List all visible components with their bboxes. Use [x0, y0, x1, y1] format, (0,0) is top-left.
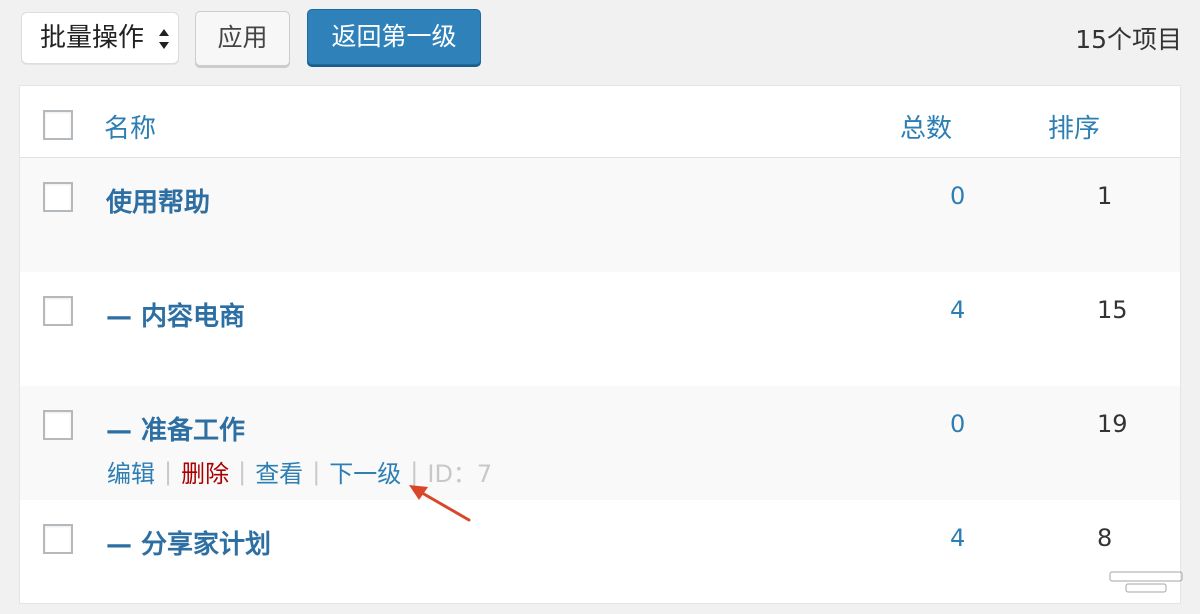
annotation-arrow-icon — [409, 485, 471, 522]
row-checkbox[interactable] — [43, 182, 73, 212]
view-link[interactable]: 查看 — [255, 460, 303, 488]
category-order: 15 — [1097, 296, 1128, 324]
category-name-link[interactable]: — 准备工作 — [106, 410, 245, 447]
table-row: — 分享家计划 4 8 — [20, 500, 1180, 614]
category-name-link[interactable]: — 分享家计划 — [106, 524, 271, 561]
column-header-name[interactable]: 名称 — [104, 108, 156, 145]
category-order: 8 — [1097, 524, 1113, 552]
category-order: 19 — [1097, 410, 1128, 438]
select-arrows-icon — [159, 29, 169, 49]
column-header-order[interactable]: 排序 — [1048, 108, 1100, 145]
category-order: 1 — [1097, 182, 1113, 210]
table-row: 使用帮助 0 1 — [20, 158, 1180, 272]
back-to-first-level-button[interactable]: 返回第一级 — [307, 9, 481, 65]
action-separator: | — [238, 457, 247, 486]
table-row: — 准备工作 0 19 编辑 | 删除 | 查看 | 下一级 | ID：7 — [20, 386, 1180, 500]
category-count-link[interactable]: 0 — [950, 182, 965, 210]
table-row: — 内容电商 4 15 — [20, 272, 1180, 386]
select-all-checkbox[interactable] — [43, 110, 73, 140]
watermark-logo-icon — [1109, 571, 1183, 593]
column-header-count[interactable]: 总数 — [900, 108, 952, 145]
category-name-link[interactable]: — 内容电商 — [106, 296, 245, 333]
row-checkbox[interactable] — [43, 410, 73, 440]
category-name-link[interactable]: 使用帮助 — [106, 182, 210, 219]
category-table: 名称 总数 排序 使用帮助 0 1 — 内容电商 4 15 — 准备工作 0 1… — [20, 86, 1180, 603]
toolbar: 批量操作 应用 返回第一级 15个项目 — [0, 0, 1200, 86]
category-count-link[interactable]: 4 — [950, 296, 965, 324]
bulk-action-select[interactable]: 批量操作 — [21, 12, 179, 64]
row-checkbox[interactable] — [43, 296, 73, 326]
row-checkbox[interactable] — [43, 524, 73, 554]
delete-link[interactable]: 删除 — [181, 460, 229, 488]
action-separator: | — [312, 457, 321, 486]
next-level-link[interactable]: 下一级 — [329, 460, 401, 488]
category-count-link[interactable]: 4 — [950, 524, 965, 552]
action-separator: | — [164, 457, 173, 486]
edit-link[interactable]: 编辑 — [107, 460, 155, 488]
apply-button[interactable]: 应用 — [195, 11, 290, 66]
item-count: 15个项目 — [1075, 25, 1182, 54]
table-header: 名称 总数 排序 — [20, 86, 1180, 158]
category-count-link[interactable]: 0 — [950, 410, 965, 438]
bulk-action-label: 批量操作 — [40, 23, 145, 53]
